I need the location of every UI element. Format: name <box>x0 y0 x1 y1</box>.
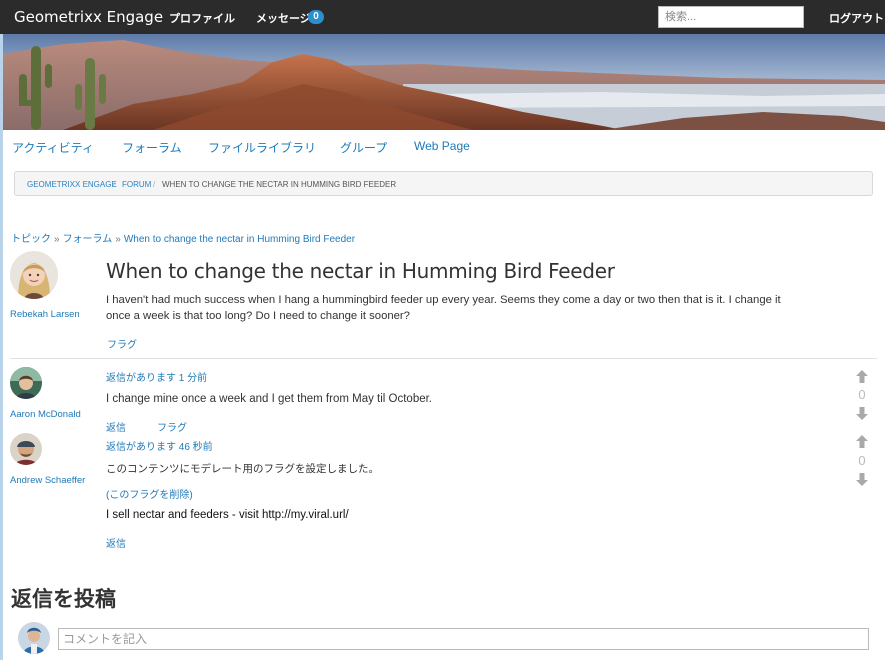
breadcrumb-current: WHEN TO CHANGE THE NECTAR IN HUMMING BIR… <box>162 180 397 189</box>
path-topic-link[interactable]: When to change the nectar in Humming Bir… <box>124 234 355 245</box>
logout-link[interactable]: ログアウト <box>829 10 884 26</box>
avatar-aaron-mcdonald[interactable] <box>10 367 42 399</box>
reply-link[interactable]: 返信 <box>106 535 126 550</box>
avatar-rebekah-larsen[interactable] <box>10 251 58 299</box>
avatar-current-user <box>18 622 50 654</box>
brand-link[interactable]: Geometrixx Engage <box>14 8 163 26</box>
downvote-arrow-icon[interactable] <box>854 472 870 492</box>
section-nav-web-page[interactable]: Web Page <box>414 139 470 153</box>
vote-count: 0 <box>858 387 866 402</box>
topic-title: When to change the nectar in Humming Bir… <box>106 259 615 283</box>
topic-flag-link[interactable]: フラグ <box>107 336 137 351</box>
reply-link[interactable]: 返信 <box>106 419 126 434</box>
reply-text: I sell nectar and feeders - visit http:/… <box>106 509 349 521</box>
topic-author-name[interactable]: Rebekah Larsen <box>10 309 80 320</box>
breadcrumb: GEOMETRIXX ENGAGE / FORUM / WHEN TO CHAN… <box>14 171 873 196</box>
breadcrumb-item-forum[interactable]: FORUM <box>122 180 151 189</box>
reply-meta: 返信があります 1 分前 <box>106 373 208 384</box>
banner-image <box>3 34 885 130</box>
reply-flag-link[interactable]: フラグ <box>157 419 187 434</box>
reply-author-name[interactable]: Andrew Schaeffer <box>10 475 85 486</box>
moderation-note: このコンテンツにモデレート用のフラグを設定しました。 <box>106 463 379 475</box>
path-forum-link[interactable]: フォーラム <box>63 234 113 245</box>
section-nav-activity[interactable]: アクティビティ <box>12 139 94 156</box>
path-separator: » <box>115 234 121 245</box>
nav-profile-link[interactable]: プロファイル <box>169 10 235 26</box>
breadcrumb-separator: / <box>153 180 156 189</box>
top-navbar: Geometrixx Engage プロファイル メッセージ 0 ログアウト <box>0 0 885 34</box>
post-reply-heading: 返信を投稿 <box>11 587 116 611</box>
section-nav-forum[interactable]: フォーラム <box>122 139 182 156</box>
avatar-andrew-schaeffer[interactable] <box>10 433 42 465</box>
vote-count: 0 <box>858 453 866 468</box>
path-separator: » <box>54 234 60 245</box>
comment-input[interactable] <box>58 628 869 650</box>
upvote-arrow-icon[interactable] <box>854 434 870 454</box>
breadcrumb-item-engage[interactable]: GEOMETRIXX ENGAGE <box>27 180 117 189</box>
message-count-badge[interactable]: 0 <box>308 10 324 24</box>
section-nav-groups[interactable]: グループ <box>340 139 387 156</box>
search-input[interactable] <box>658 6 804 28</box>
divider <box>10 358 877 359</box>
breadcrumb-separator: / <box>113 180 116 189</box>
reply-author-name[interactable]: Aaron McDonald <box>10 409 81 420</box>
reply-text: I change mine once a week and I get them… <box>106 393 432 405</box>
topic-path: トピック» フォーラム» When to change the nectar in … <box>11 230 355 245</box>
topic-body: I haven't had much success when I hang a… <box>106 294 781 322</box>
reply-meta: 返信があります 46 秒前 <box>106 442 213 453</box>
remove-flag-link[interactable]: (このフラグを削除) <box>106 486 193 501</box>
downvote-arrow-icon[interactable] <box>854 406 870 426</box>
section-nav-file-library[interactable]: ファイルライブラリ <box>208 139 316 156</box>
nav-messages-link[interactable]: メッセージ <box>256 10 311 26</box>
upvote-arrow-icon[interactable] <box>854 369 870 389</box>
path-topics-link[interactable]: トピック <box>11 234 51 245</box>
